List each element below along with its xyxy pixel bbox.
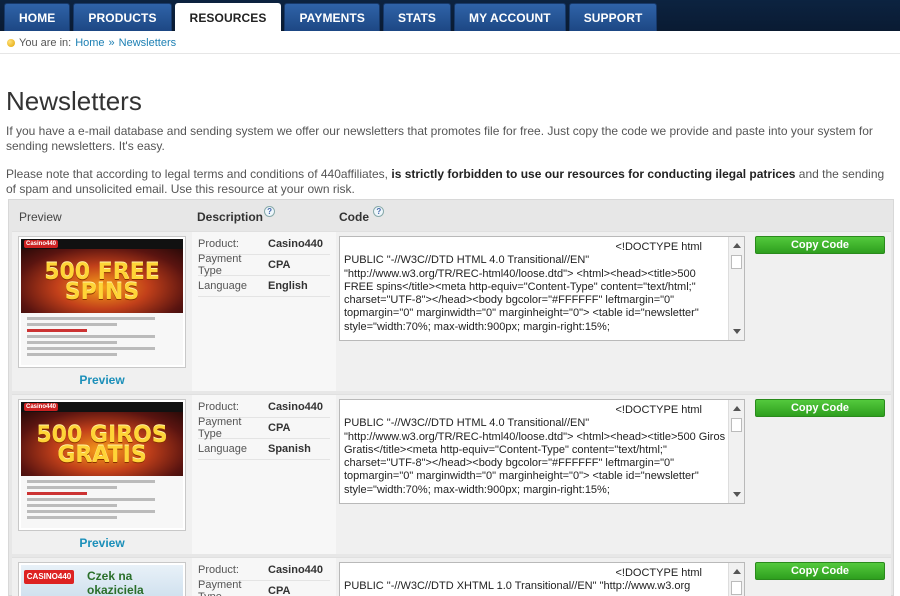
header-code: Code ? [339,206,385,224]
breadcrumb-prefix: You are in: [19,37,72,49]
code-textarea[interactable]: <!DOCTYPE html PUBLIC "-//W3C//DTD XHTML … [339,562,745,596]
tab-resources[interactable]: RESOURCES [174,3,282,31]
tab-products[interactable]: PRODUCTS [73,3,172,31]
casino-logo: Casino440 [24,403,58,411]
arrow-up-icon[interactable] [733,243,741,248]
thumb-headline: 500 FREE SPINS [44,260,160,305]
code-scrollbar[interactable] [728,563,744,596]
copy-code-button[interactable]: Copy Code [755,236,885,254]
top-nav-bar: HOME PRODUCTS RESOURCES PAYMENTS STATS M… [0,0,900,31]
main-nav: HOME PRODUCTS RESOURCES PAYMENTS STATS M… [4,3,658,31]
table-row: Casino440 500 FREE SPINS Preview Product… [12,231,891,391]
tab-home[interactable]: HOME [4,3,71,31]
field-value: Casino440 [268,401,324,413]
table-row: Casino440 500 GIROS GRATIS Preview Produ… [12,394,891,554]
legal-bold: is strictly forbidden to use our resourc… [391,167,796,181]
field-value: CPA [268,422,291,434]
newsletters-table: Preview Description? Code ? Casino440 50… [8,199,894,596]
intro-text: If you have a e-mail database and sendin… [6,124,873,153]
tab-my-account[interactable]: MY ACCOUNT [454,3,566,31]
code-first-line: <!DOCTYPE html [615,567,703,579]
header-description-label: Description [197,210,264,224]
header-code-label: Code [339,210,369,224]
scroll-thumb[interactable] [731,418,742,432]
breadcrumb-home-link[interactable]: Home [75,37,104,49]
description-list: Product: Casino440 Payment Type CPA [198,560,330,596]
thumb-text-lines [21,476,183,526]
scroll-thumb[interactable] [731,581,742,595]
copy-code-button[interactable]: Copy Code [755,399,885,417]
copy-code-button[interactable]: Copy Code [755,562,885,580]
description-list: Product: Casino440 Payment Type CPA Langua… [198,397,330,460]
code-textarea[interactable]: <!DOCTYPE html PUBLIC "-//W3C//DTD HTML 4… [339,399,745,504]
tab-support[interactable]: SUPPORT [568,3,658,31]
breadcrumb-newsletters-link[interactable]: Newsletters [119,37,176,49]
code-scrollbar[interactable] [728,400,744,503]
breadcrumb-divider [0,53,900,54]
field-label: Language [198,280,247,292]
arrow-up-icon[interactable] [733,569,741,574]
help-icon[interactable]: ? [264,206,276,217]
field-label: Product: [198,401,239,413]
code-text: PUBLIC "-//W3C//DTD HTML 4.0 Transitiona… [344,254,699,333]
field-value: CPA [268,585,291,596]
newsletter-thumbnail[interactable]: Casino440 500 GIROS GRATIS [18,399,186,531]
preview-link[interactable]: Preview [12,373,192,387]
field-value: CPA [268,259,291,271]
field-value: English [268,280,308,292]
breadcrumb: You are in: Home » Newsletters [7,37,176,49]
table-row: CASINO440 Czek na okaziciela Product: Cas… [12,557,891,596]
breadcrumb-separator: » [108,37,115,49]
header-description: Description? [197,206,276,224]
field-label: Product: [198,564,239,576]
tab-payments[interactable]: PAYMENTS [284,3,380,31]
casino-logo: Casino440 [24,240,58,248]
field-label: Payment Type [198,579,242,596]
field-label: Product: [198,238,239,250]
casino-logo: CASINO440 [24,570,74,584]
description-list: Product: Casino440 Payment Type CPA Langua… [198,234,330,297]
page-title: Newsletters [6,86,142,116]
code-first-line: <!DOCTYPE html [615,241,703,253]
preview-link[interactable]: Preview [12,536,192,550]
thumb-text-lines [21,313,183,363]
code-text: PUBLIC "-//W3C//DTD XHTML 1.0 Transition… [344,580,691,593]
help-icon[interactable]: ? [373,206,385,217]
thumb-headline: Czek na okaziciela [87,569,144,596]
code-scrollbar[interactable] [728,237,744,340]
arrow-down-icon[interactable] [733,492,741,497]
field-label: Language [198,443,247,455]
header-preview: Preview [19,210,62,224]
field-value: Spanish [268,443,311,455]
field-label: Payment Type [198,253,242,277]
arrow-down-icon[interactable] [733,329,741,334]
thumb-headline: 500 GIROS GRATIS [36,423,168,468]
field-value: Casino440 [268,238,324,250]
scroll-thumb[interactable] [731,255,742,269]
tab-stats[interactable]: STATS [382,3,452,31]
bullet-icon [7,39,15,47]
arrow-up-icon[interactable] [733,406,741,411]
legal-pre: Please note that according to legal term… [6,167,392,181]
newsletter-thumbnail[interactable]: Casino440 500 FREE SPINS [18,236,186,368]
code-text: PUBLIC "-//W3C//DTD HTML 4.0 Transitiona… [344,417,726,496]
code-textarea[interactable]: <!DOCTYPE html PUBLIC "-//W3C//DTD HTML 4… [339,236,745,341]
field-label: Payment Type [198,416,242,440]
newsletter-thumbnail[interactable]: CASINO440 Czek na okaziciela [18,562,186,596]
field-value: Casino440 [268,564,324,576]
table-header: Preview Description? Code ? [9,200,893,231]
legal-notice: Please note that according to legal term… [6,167,886,197]
code-first-line: <!DOCTYPE html [615,404,703,416]
